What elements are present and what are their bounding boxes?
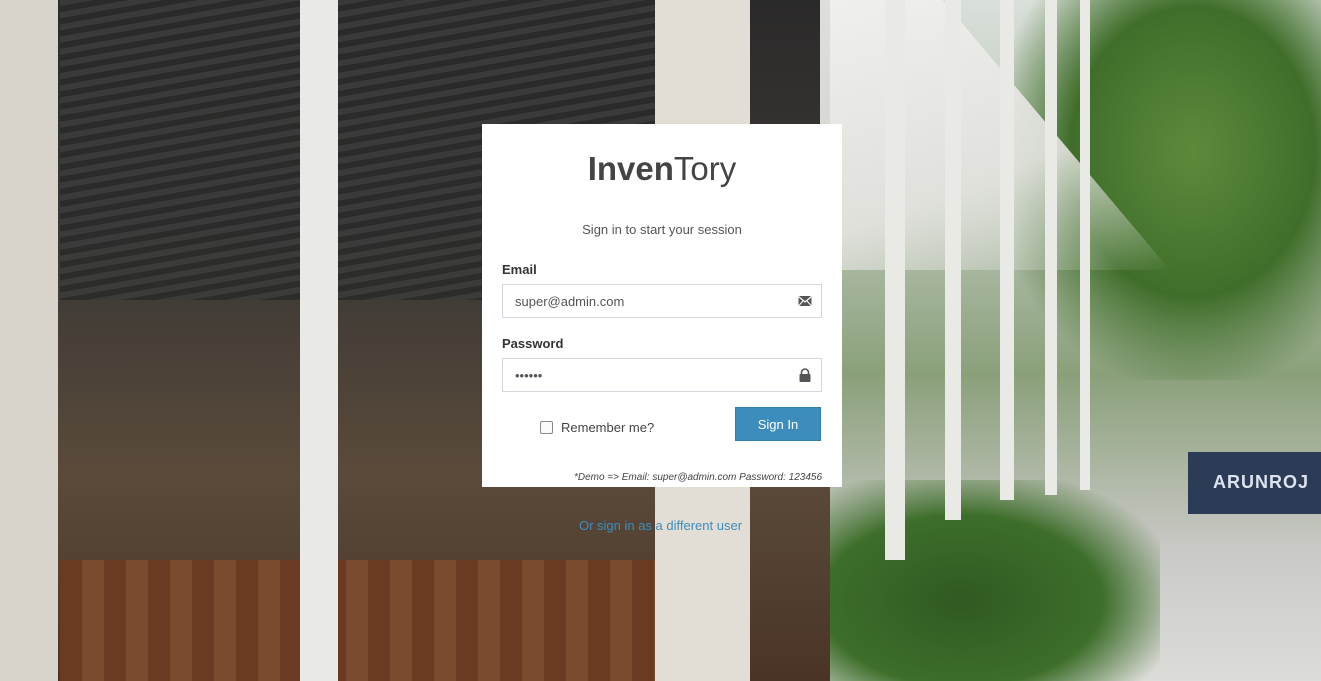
logo-light: Tory bbox=[673, 150, 737, 187]
envelope-icon bbox=[798, 296, 812, 307]
password-label: Password bbox=[502, 336, 564, 351]
pillar bbox=[1045, 0, 1057, 495]
lock-icon bbox=[799, 368, 811, 382]
pillar bbox=[300, 0, 338, 681]
password-field[interactable] bbox=[502, 358, 822, 392]
pillar bbox=[885, 0, 905, 560]
street-sign: ARUNROJ bbox=[1188, 452, 1321, 514]
login-box: InvenTory Sign in to start your session … bbox=[482, 124, 842, 487]
bushes bbox=[830, 480, 1160, 681]
email-field[interactable] bbox=[502, 284, 822, 318]
remember-checkbox[interactable] bbox=[540, 421, 553, 434]
email-label: Email bbox=[502, 262, 537, 277]
login-subtitle: Sign in to start your session bbox=[582, 222, 742, 237]
remember-label: Remember me? bbox=[561, 420, 655, 435]
pillar bbox=[945, 0, 961, 520]
demo-credentials-note: *Demo => Email: super@admin.com Password… bbox=[573, 472, 822, 483]
password-input[interactable] bbox=[503, 359, 807, 391]
pillar bbox=[1080, 0, 1090, 490]
app-logo: InvenTory bbox=[482, 150, 842, 188]
different-user-link[interactable]: Or sign in as a different user bbox=[0, 518, 1321, 533]
floor bbox=[60, 560, 660, 681]
pillar bbox=[0, 0, 58, 681]
logo-bold: Inven bbox=[587, 150, 674, 187]
pillar bbox=[1000, 0, 1014, 500]
remember-me[interactable]: Remember me? bbox=[540, 420, 654, 435]
sign-in-button[interactable]: Sign In bbox=[735, 407, 821, 441]
email-input[interactable] bbox=[503, 285, 807, 317]
